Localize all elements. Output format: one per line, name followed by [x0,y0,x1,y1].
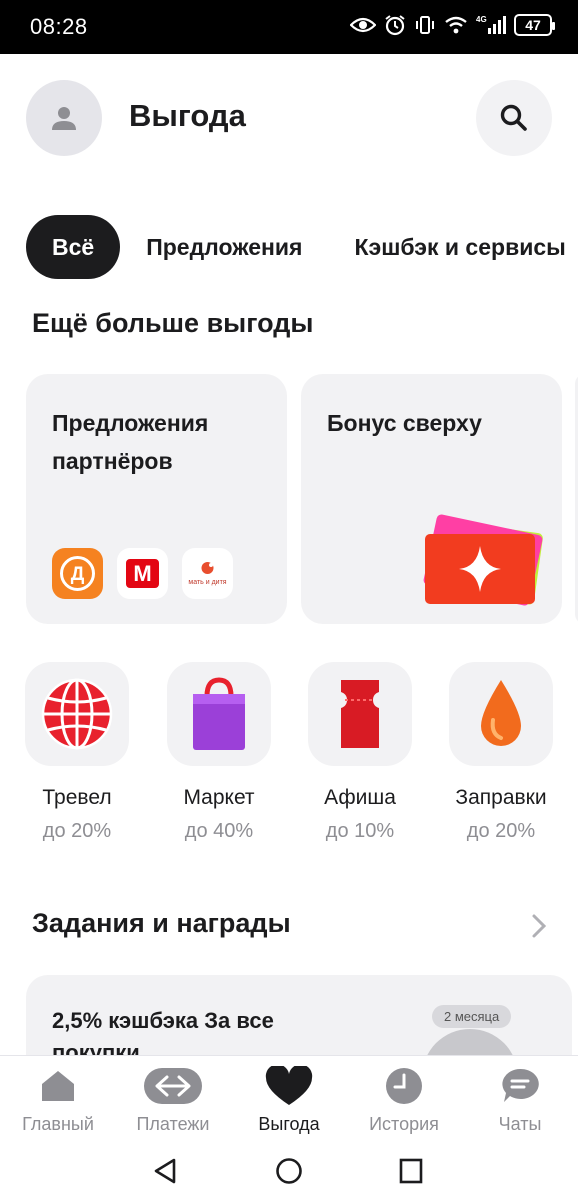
nav-history[interactable]: История [346,1066,462,1135]
svg-text:М: М [133,561,151,586]
nav-home[interactable]: Главный [0,1066,116,1135]
recent-apps-icon[interactable] [398,1157,424,1190]
category-label: Заправки [455,786,547,809]
category-label: Маркет [183,786,255,809]
nav-label: Чаты [498,1114,542,1134]
task-duration-badge: 2 месяца [432,1005,512,1028]
category-discount: до 40% [184,820,254,842]
battery-indicator: 47 [514,14,555,36]
nav-label: Главный [22,1114,94,1134]
category-discount: до 20% [466,820,536,842]
wifi-icon [445,16,467,34]
bonus-on-top-card[interactable]: Бонус сверху [301,374,562,624]
heart-icon [231,1066,347,1106]
nav-label: Выгода [258,1114,320,1134]
fuel-drop-icon [449,662,553,766]
category-discount: до 10% [325,820,395,842]
ticket-icon [308,662,412,766]
clock-icon [346,1066,462,1106]
system-navigation-bar [0,1143,578,1200]
nav-payments[interactable]: Платежи [115,1066,231,1135]
search-button[interactable] [476,80,552,156]
page-title: Выгода [129,98,246,133]
svg-text:Д: Д [71,564,85,585]
svg-text:4G: 4G [476,15,487,24]
partner-logo-m: М [117,548,168,599]
partner-logo-d: Д [52,548,103,599]
tab-all[interactable]: Всё [26,215,121,279]
chat-icon [462,1066,578,1106]
globe-icon [25,662,129,766]
category-fuel[interactable]: Заправки до 20% [449,662,553,843]
search-icon [500,104,527,131]
category-market[interactable]: Маркет до 40% [167,662,271,843]
category-label: Афиша [324,786,396,809]
vibrate-icon [416,16,434,34]
alarm-icon [385,15,405,36]
home-circle-icon[interactable] [275,1157,303,1190]
nav-chats[interactable]: Чаты [462,1066,578,1135]
section-title-more-benefits: Ещё больше выгоды [32,308,314,338]
nav-label: История [369,1114,439,1134]
shopping-bag-icon [167,662,271,766]
back-icon[interactable] [152,1157,178,1190]
nav-label: Платежи [136,1114,210,1134]
category-travel[interactable]: Тревел до 20% [25,662,129,843]
svg-text:мать и дитя: мать и дитя [188,579,226,586]
transfer-icon [115,1066,231,1106]
category-afisha[interactable]: Афиша до 10% [308,662,412,843]
tab-cashback-services[interactable]: Кэшбэк и сервисы [328,215,578,279]
partner-offers-card[interactable]: Предложения партнёров Д М мать и дитя [26,374,287,624]
signal-icon: 4G [476,15,506,34]
partner-logos: Д М мать и дитя [52,548,233,599]
tasks-section-title: Задания и награды [32,908,291,938]
partner-offers-title: Предложения партнёров [52,410,209,474]
eye-icon [350,17,376,33]
avatar[interactable] [26,80,102,156]
bonus-on-top-title: Бонус сверху [327,410,482,436]
nav-benefits[interactable]: Выгода [231,1066,347,1135]
status-icons: 4G 47 [350,14,555,36]
user-icon [52,107,76,130]
partner-logo-mother-child: мать и дитя [182,548,233,599]
category-discount: до 20% [42,820,112,842]
category-label: Тревел [42,786,112,809]
bonus-cards-icon [423,514,543,606]
tab-offers[interactable]: Предложения [120,215,328,279]
status-bar: 08:28 4G 47 [0,0,578,54]
chevron-right-icon[interactable] [530,912,548,945]
header: Выгода [26,80,552,156]
home-icon [0,1066,116,1106]
status-time: 08:28 [30,14,88,39]
filter-tabs: Всё Предложения Кэшбэк и сервисы [26,215,578,279]
bottom-navigation: Главный Платежи Выгода История Чаты [0,1055,578,1143]
